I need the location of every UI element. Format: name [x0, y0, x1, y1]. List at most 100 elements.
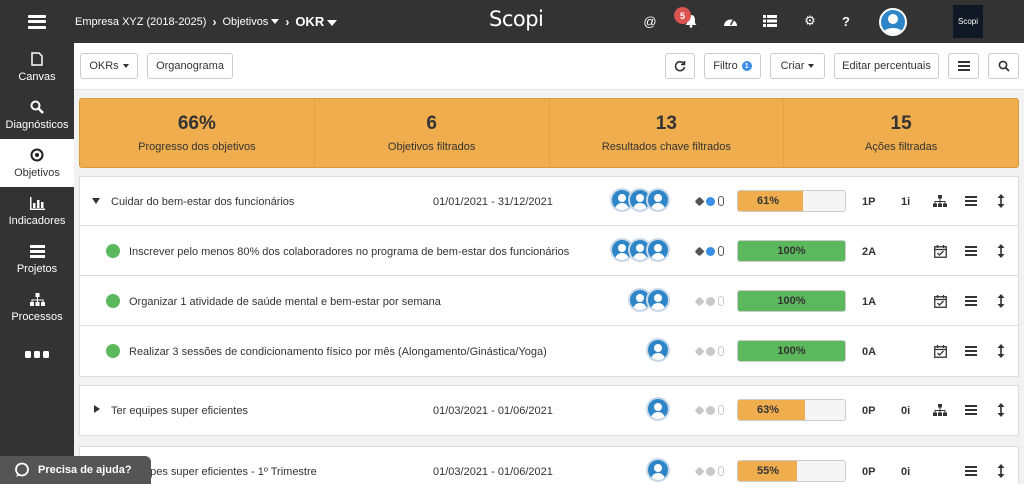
canvas-icon — [29, 51, 45, 67]
filtro-button[interactable]: Filtro 1 — [704, 53, 761, 79]
progress-label: 55% — [756, 465, 780, 477]
projects-icon — [29, 243, 45, 259]
sidebar-item-objetivos[interactable]: Objetivos — [0, 139, 74, 187]
breadcrumb-objetivos[interactable]: Objetivos — [222, 16, 280, 28]
target-icon — [29, 147, 45, 163]
objective-row[interactable]: Ter equipes super eficientes 01/03/2021 -… — [80, 386, 1018, 435]
sidebar-item-canvas[interactable]: Canvas — [0, 43, 74, 91]
gear-icon[interactable]: ⚙ — [800, 11, 820, 31]
attachment-icon[interactable] — [718, 296, 724, 306]
progress-bar[interactable]: 100% — [737, 240, 846, 262]
objective-row[interactable]: Ter equipes super eficientes - 1º Trimes… — [80, 447, 1018, 484]
key-result-row[interactable]: Inscrever pelo menos 80% dos colaborador… — [80, 227, 1018, 276]
row-code: 0P — [862, 465, 876, 478]
sidebar-item-diagnosticos[interactable]: Diagnósticos — [0, 91, 74, 139]
organograma-button[interactable]: Organograma — [147, 53, 233, 79]
reorder-icon[interactable] — [992, 192, 1010, 210]
tag-icon[interactable] — [694, 296, 705, 306]
attachment-icon[interactable] — [718, 246, 724, 256]
reorder-icon[interactable] — [992, 401, 1010, 419]
progress-bar[interactable]: 61% — [737, 190, 846, 212]
attachment-icon[interactable] — [718, 466, 724, 476]
tag-icon[interactable] — [694, 346, 705, 356]
bar-chart-icon — [29, 195, 45, 211]
hamburger-menu-button[interactable] — [0, 0, 74, 43]
view-menu-button[interactable] — [948, 53, 979, 79]
brand-logo[interactable]: Scopi — [489, 7, 544, 31]
row-menu-icon[interactable] — [962, 342, 980, 360]
row-title[interactable]: Organizar 1 atividade de saúde mental e … — [129, 277, 441, 326]
responsible-avatars[interactable] — [628, 288, 670, 314]
sidebar-item-indicadores[interactable]: Indicadores — [0, 187, 74, 235]
tag-icon[interactable] — [694, 405, 705, 415]
attachment-icon[interactable] — [718, 405, 724, 415]
comment-icon[interactable] — [706, 405, 715, 415]
tag-icon[interactable] — [694, 196, 705, 206]
sidebar-item-processos[interactable]: Processos — [0, 283, 74, 331]
row-title[interactable]: Realizar 3 sessões de condicionamento fí… — [129, 327, 547, 376]
sitemap-icon[interactable] — [931, 192, 949, 210]
user-avatar[interactable] — [879, 8, 907, 36]
progress-bar[interactable]: 100% — [737, 290, 846, 312]
search-button[interactable] — [988, 53, 1019, 79]
editar-percentuais-button[interactable]: Editar percentuais — [834, 53, 939, 79]
calendar-check-icon[interactable] — [931, 242, 949, 260]
attachment-icon[interactable] — [718, 196, 724, 206]
progress-bar[interactable]: 63% — [737, 399, 846, 421]
tag-icon[interactable] — [694, 466, 705, 476]
row-menu-icon[interactable] — [962, 242, 980, 260]
criar-dropdown-button[interactable]: Criar — [770, 53, 825, 79]
sidebar-item-label: Objetivos — [14, 167, 60, 179]
at-icon[interactable]: @ — [640, 11, 660, 31]
calendar-check-icon[interactable] — [931, 342, 949, 360]
responsible-avatars[interactable] — [610, 238, 670, 264]
responsible-avatars[interactable] — [646, 338, 670, 364]
row-title[interactable]: Inscrever pelo menos 80% dos colaborador… — [129, 227, 569, 276]
comment-icon[interactable] — [706, 246, 715, 256]
avatar — [646, 338, 670, 362]
responsible-avatars[interactable] — [610, 188, 670, 214]
comment-icon[interactable] — [706, 346, 715, 356]
responsible-avatars[interactable] — [646, 397, 670, 423]
sitemap-icon[interactable] — [931, 401, 949, 419]
status-dot-icon — [106, 294, 120, 308]
sidebar-item-more[interactable] — [0, 331, 74, 379]
comment-icon[interactable] — [706, 466, 715, 476]
caret-right-icon[interactable] — [94, 405, 100, 413]
calendar-check-icon[interactable] — [931, 292, 949, 310]
objective-group: Cuidar do bem-estar dos funcionários 01/0… — [79, 176, 1019, 377]
reorder-icon[interactable] — [992, 342, 1010, 360]
key-result-row[interactable]: Realizar 3 sessões de condicionamento fí… — [80, 327, 1018, 376]
responsible-avatars[interactable] — [646, 458, 670, 484]
refresh-button[interactable] — [665, 53, 695, 79]
objective-row[interactable]: Cuidar do bem-estar dos funcionários 01/0… — [80, 177, 1018, 226]
tenant-logo[interactable]: Scopi — [953, 5, 983, 38]
row-menu-icon[interactable] — [962, 401, 980, 419]
reorder-icon[interactable] — [992, 462, 1010, 480]
okrs-dropdown-button[interactable]: OKRs — [80, 53, 138, 79]
caret-down-icon[interactable] — [92, 198, 100, 204]
row-menu-icon[interactable] — [962, 462, 980, 480]
breadcrumb-company[interactable]: Empresa XYZ (2018-2025) — [75, 16, 206, 28]
row-title[interactable]: Cuidar do bem-estar dos funcionários — [111, 177, 294, 226]
row-title[interactable]: Ter equipes super eficientes — [111, 386, 248, 435]
breadcrumb-okr[interactable]: OKR — [295, 14, 338, 29]
row-menu-icon[interactable] — [962, 192, 980, 210]
row-dates: 01/01/2021 - 31/12/2021 — [433, 195, 553, 208]
list-icon[interactable] — [760, 11, 780, 31]
reorder-icon[interactable] — [992, 292, 1010, 310]
reorder-icon[interactable] — [992, 242, 1010, 260]
progress-bar[interactable]: 100% — [737, 340, 846, 362]
help-chat-button[interactable]: Precisa de ajuda? — [0, 456, 151, 484]
comment-icon[interactable] — [706, 196, 715, 206]
hamburger-icon — [957, 61, 970, 71]
progress-bar[interactable]: 55% — [737, 460, 846, 482]
help-icon[interactable]: ? — [836, 11, 856, 31]
sidebar-item-projetos[interactable]: Projetos — [0, 235, 74, 283]
dashboard-icon[interactable] — [720, 11, 740, 31]
comment-icon[interactable] — [706, 296, 715, 306]
tag-icon[interactable] — [694, 246, 705, 256]
key-result-row[interactable]: Organizar 1 atividade de saúde mental e … — [80, 277, 1018, 326]
row-menu-icon[interactable] — [962, 292, 980, 310]
attachment-icon[interactable] — [718, 346, 724, 356]
